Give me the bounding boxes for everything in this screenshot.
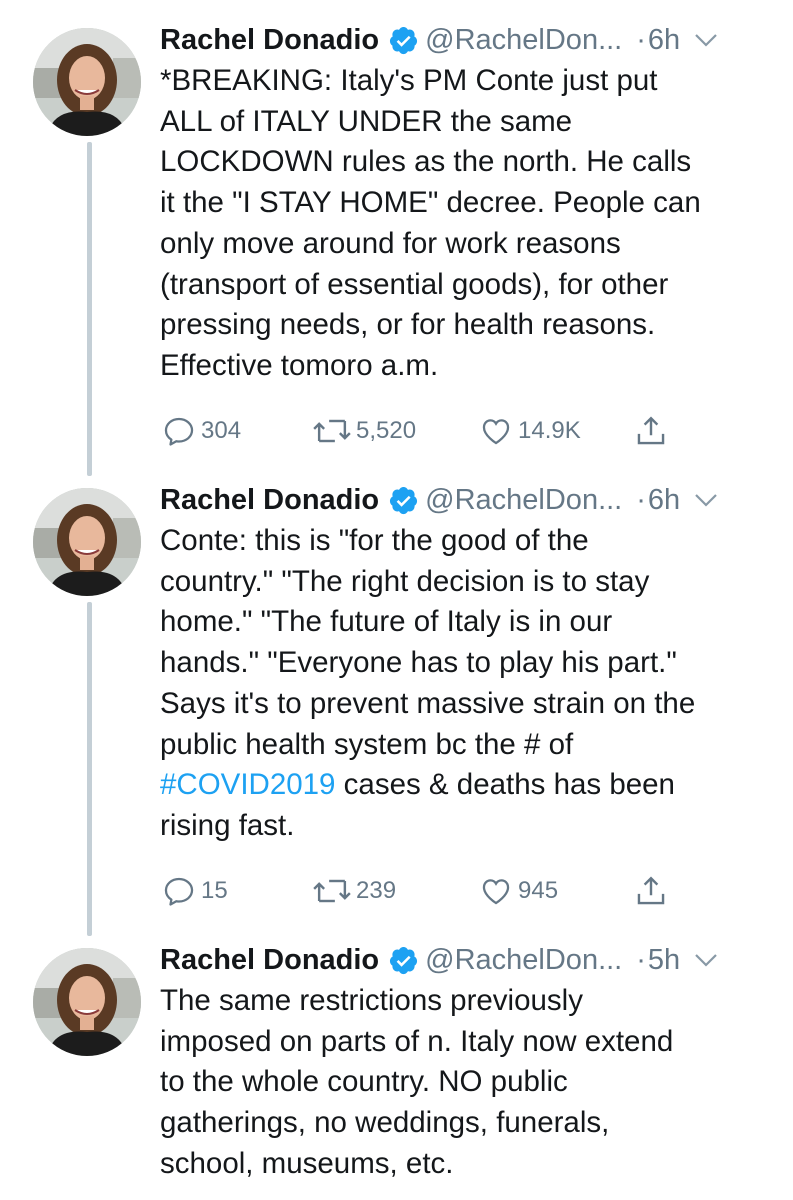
tweet-actions: 15 239 945 [160,871,763,911]
reply-icon [164,877,194,906]
avatar[interactable] [33,488,141,596]
avatar[interactable] [33,948,141,1056]
share-icon [637,416,665,444]
timestamp[interactable]: 6h [648,480,680,520]
tweet-text-part: Conte: this is "for the good of the coun… [160,524,696,761]
author-handle[interactable]: @RachelDon... [425,20,622,60]
tweet-header: Rachel Donadio @RachelDon... · 6h [160,20,763,60]
verified-badge-icon [390,26,418,54]
chevron-down-icon[interactable] [694,33,718,47]
author-handle[interactable]: @RachelDon... [425,940,622,980]
tweet-text: *BREAKING: Italy's PM Conte just put ALL… [160,64,701,382]
hashtag-link[interactable]: #COVID2019 [160,768,335,801]
retweet-icon [313,879,351,902]
tweet-actions: 304 5,520 14.9K [160,411,763,451]
tweet-text: Conte: this is "for the good of the coun… [160,521,763,847]
thread-line [87,142,92,476]
like-count: 14.9K [518,416,581,444]
avatar[interactable] [33,28,141,136]
thread-line [87,602,92,936]
timestamp[interactable]: 6h [648,20,680,60]
retweet-button[interactable]: 239 [312,871,396,911]
reply-button[interactable]: 15 [161,871,228,911]
reply-button[interactable]: 304 [161,411,241,451]
timestamp[interactable]: 5h [648,940,680,980]
chevron-down-icon[interactable] [694,953,718,967]
heart-icon [482,418,510,444]
retweet-button[interactable]: 5,520 [312,411,416,451]
retweet-count: 5,520 [356,416,417,444]
tweet-header: Rachel Donadio @RachelDon... · 5h [160,940,763,980]
verified-badge-icon [390,486,418,514]
author-name[interactable]: Rachel Donadio [160,480,379,520]
like-button[interactable]: 945 [478,871,558,911]
reply-count: 304 [201,416,242,444]
reply-count: 15 [201,876,228,904]
tweet-text: The same restrictions previously imposed… [160,984,674,1180]
share-button[interactable] [634,871,668,911]
separator-dot: · [636,484,646,516]
heart-icon [482,878,510,904]
share-button[interactable] [634,411,668,451]
chevron-down-icon[interactable] [694,493,718,507]
author-handle[interactable]: @RachelDon... [425,480,622,520]
verified-badge-icon [390,946,418,974]
share-icon [637,876,665,904]
separator-dot: · [636,24,646,56]
like-count: 945 [518,876,559,904]
tweet-header: Rachel Donadio @RachelDon... · 6h [160,480,763,520]
author-name[interactable]: Rachel Donadio [160,940,379,980]
reply-icon [164,417,194,446]
like-button[interactable]: 14.9K [478,411,581,451]
separator-dot: · [636,944,646,976]
retweet-icon [313,419,351,442]
retweet-count: 239 [356,876,397,904]
author-name[interactable]: Rachel Donadio [160,20,379,60]
